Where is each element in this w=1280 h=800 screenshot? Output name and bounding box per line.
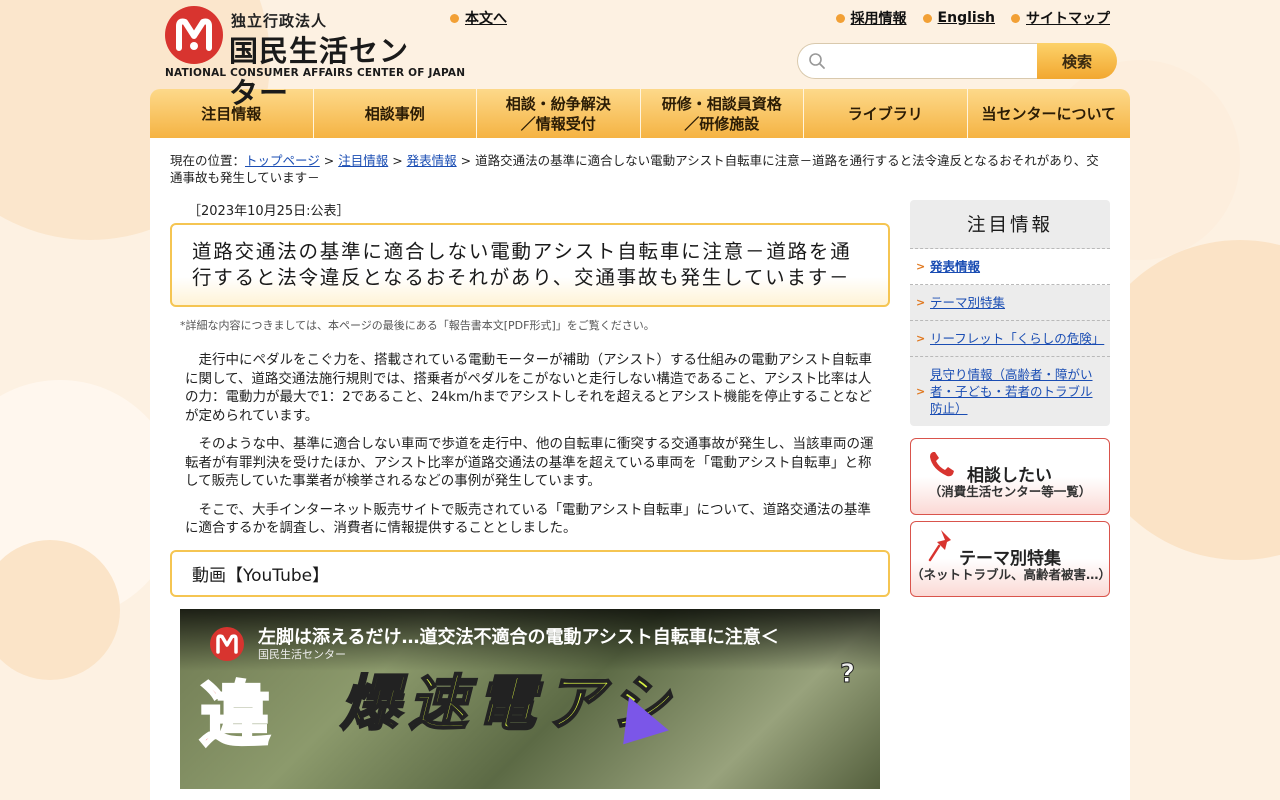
sidebar-item-label[interactable]: 発表情報 (930, 258, 980, 275)
article: ［2023年10月25日:公表］ 道路交通法の基準に適合しない電動アシスト自転車… (170, 200, 890, 789)
recruit-link[interactable]: 採用情報 (835, 8, 907, 28)
sidebar-heading: 注目情報 (910, 200, 1110, 249)
video-overlay-red-text: 違 (199, 672, 272, 757)
logo-mark-icon (165, 6, 223, 64)
body-paragraph: 走行中にペダルをこぐ力を、搭載されている電動モーターが補助（アシスト）する仕組み… (185, 352, 873, 424)
sidebar-item-watch[interactable]: > 見守り情報（高齢者・障がい者・子ども・若者のトラブル防止） (910, 357, 1110, 426)
sidebar: 注目情報 > 発表情報 > テーマ別特集 > リーフレット「くらしの危険」 > … (910, 200, 1112, 597)
detail-note: *詳細な内容につきましては、本ページの最後にある「報告書本文[PDF形式]」をご… (180, 319, 655, 332)
chevron-right-icon: > (916, 260, 926, 273)
nav-label: 当センターについて (981, 104, 1117, 123)
skip-to-content-link[interactable]: 本文へ (450, 8, 507, 28)
sitemap-link-label: サイトマップ (1026, 11, 1110, 27)
theme-banner[interactable]: テーマ別特集 （ネットトラブル、高齢者被害…） (910, 521, 1112, 597)
sitemap-link[interactable]: サイトマップ (1011, 8, 1110, 28)
bullet-dot-icon (922, 13, 932, 23)
header-utility-links: 採用情報 English サイトマップ (835, 8, 1110, 28)
search-input[interactable] (826, 46, 1037, 76)
breadcrumb-link-top[interactable]: トップページ (245, 153, 320, 168)
video-channel-name: 国民生活センター (258, 647, 346, 661)
english-link-label: English (937, 10, 995, 26)
search-box (797, 43, 1037, 79)
site-search: 検索 (797, 43, 1117, 79)
sidebar-menu: 注目情報 > 発表情報 > テーマ別特集 > リーフレット「くらしの危険」 > … (910, 200, 1110, 426)
recruit-link-label: 採用情報 (850, 11, 907, 27)
search-button[interactable]: 検索 (1037, 43, 1117, 79)
breadcrumb-link-featured[interactable]: 注目情報 (338, 153, 388, 168)
body-paragraph: そのような中、基準に適合しない車両で歩道を走行中、他の自転車に衝突する交通事故が… (185, 436, 874, 489)
logo-english-text: NATIONAL CONSUMER AFFAIRS CENTER OF JAPA… (165, 67, 466, 79)
page-title: 道路交通法の基準に適合しない電動アシスト自転車に注意－道路を通行すると法令違反と… (170, 223, 890, 307)
site-logo[interactable]: 独立行政法人 国民生活センター NATIONAL CONSUMER AFFAIR… (165, 6, 465, 110)
breadcrumb-prefix: 現在の位置： (170, 153, 246, 168)
breadcrumb-link-press[interactable]: 発表情報 (407, 153, 457, 168)
consult-banner-subtitle: （消費生活センター等一覧） (928, 484, 1092, 499)
youtube-video-player[interactable]: 違 爆速電アシ ? 左脚は添えるだけ…道交法不適合の電動アシスト自転車に注意＜ … (180, 608, 880, 789)
sidebar-item-label[interactable]: テーマ別特集 (930, 294, 1005, 311)
chevron-right-icon: > (916, 296, 926, 309)
theme-banner-subtitle: （ネットトラブル、高齢者被害…） (911, 567, 1112, 582)
sidebar-item-themes[interactable]: > テーマ別特集 (910, 285, 1110, 321)
skip-link-label: 本文へ (465, 11, 507, 27)
channel-logo-icon[interactable] (210, 626, 244, 661)
article-body: 走行中にペダルをこぐ力を、搭載されている電動モーターが補助（アシスト）する仕組み… (170, 351, 890, 538)
sidebar-item-press[interactable]: > 発表情報 (910, 249, 1110, 285)
search-icon (809, 53, 825, 69)
bullet-dot-icon (1011, 13, 1020, 23)
sidebar-item-leaflet[interactable]: > リーフレット「くらしの危険」 (910, 321, 1110, 357)
phone-icon (930, 452, 954, 477)
chevron-right-icon: > (916, 385, 926, 398)
nav-label: ライブラリ (847, 104, 923, 123)
nav-item-about[interactable]: 当センターについて (968, 89, 1131, 138)
sidebar-item-label[interactable]: 見守り情報（高齢者・障がい者・子ども・若者のトラブル防止） (930, 366, 1102, 417)
english-link[interactable]: English (922, 8, 995, 28)
video-heading: 動画【YouTube】 (170, 549, 890, 597)
nav-label: 相談・紛争解決 ／情報受付 (505, 94, 611, 133)
nav-label: 研修・相談員資格 ／研修施設 (661, 94, 782, 133)
nav-item-training[interactable]: 研修・相談員資格 ／研修施設 (641, 89, 804, 138)
body-paragraph: そこで、大手インターネット販売サイトで販売されている「電動アシスト自転車」につい… (185, 501, 871, 537)
nav-item-consultation[interactable]: 相談・紛争解決 ／情報受付 (477, 89, 641, 138)
chevron-right-icon: > (916, 332, 926, 345)
main-content-area: 現在の位置：トップページ > 注目情報 > 発表情報 > 道路交通法の基準に適合… (150, 138, 1130, 800)
sidebar-item-label[interactable]: リーフレット「くらしの危険」 (930, 330, 1104, 347)
bullet-dot-icon (835, 13, 845, 23)
nav-item-library[interactable]: ライブラリ (804, 89, 968, 138)
publish-date: ［2023年10月25日:公表］ (188, 204, 350, 219)
bullet-dot-icon (450, 13, 459, 23)
consult-banner[interactable]: 相談したい （消費生活センター等一覧） (910, 438, 1110, 515)
breadcrumb: 現在の位置：トップページ > 注目情報 > 発表情報 > 道路交通法の基準に適合… (170, 153, 1099, 185)
page: 独立行政法人 国民生活センター NATIONAL CONSUMER AFFAIR… (150, 0, 1130, 800)
header: 独立行政法人 国民生活センター NATIONAL CONSUMER AFFAIR… (150, 0, 1130, 110)
pushpin-icon (928, 530, 951, 562)
